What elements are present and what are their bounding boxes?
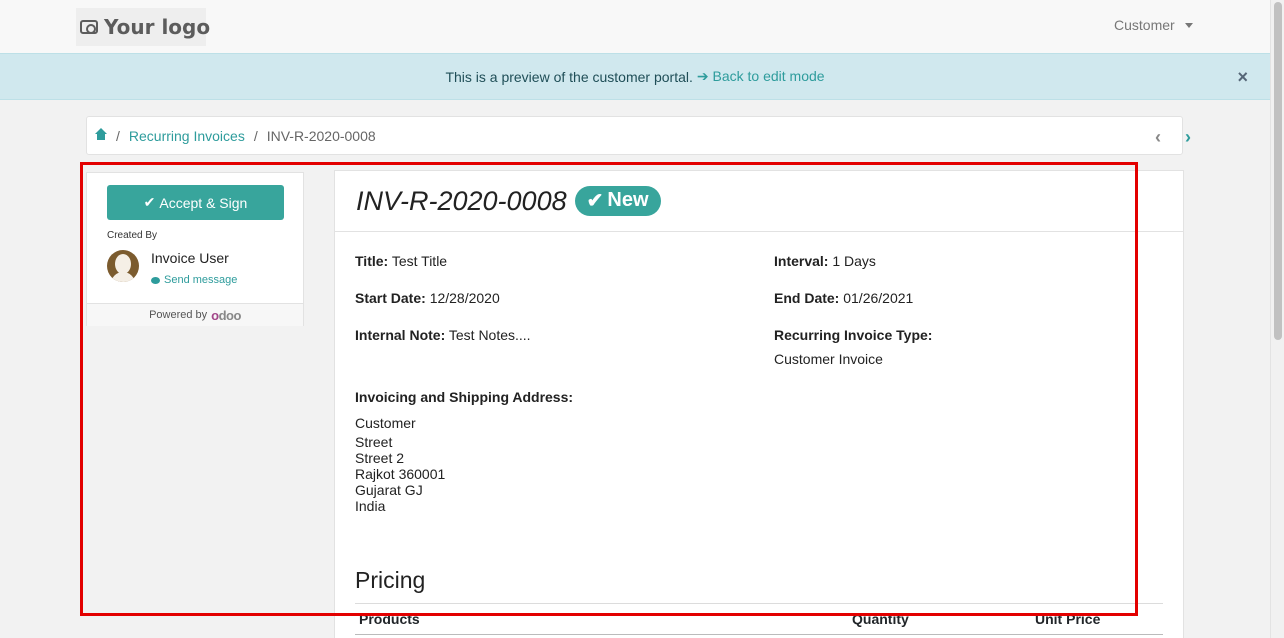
camera-icon xyxy=(80,20,98,34)
invoice-type-label: Recurring Invoice Type: xyxy=(774,327,933,343)
invoice-header: INV-R-2020-0008 ✔ New xyxy=(335,171,1183,232)
invoice-type-field: Recurring Invoice Type: Customer Invoice xyxy=(774,327,932,367)
scrollbar-thumb[interactable] xyxy=(1274,2,1282,340)
internal-note-field: Internal Note: Test Notes.... xyxy=(355,327,531,343)
breadcrumb: / Recurring Invoices / INV-R-2020-0008 ‹… xyxy=(86,116,1191,155)
breadcrumb-separator: / xyxy=(116,127,120,144)
breadcrumb-current: INV-R-2020-0008 xyxy=(266,127,376,144)
top-navbar: Your logo Customer xyxy=(0,0,1270,53)
column-quantity: Quantity xyxy=(852,611,909,627)
powered-by-label: Powered by xyxy=(149,309,208,321)
invoice-type-value: Customer Invoice xyxy=(774,351,883,367)
address-line: Gujarat GJ xyxy=(355,482,423,498)
user-menu-label: Customer xyxy=(1114,17,1175,33)
column-products: Products xyxy=(359,611,420,627)
start-date-value: 12/28/2020 xyxy=(429,290,500,306)
comment-icon xyxy=(151,276,160,284)
home-icon[interactable] xyxy=(95,127,107,141)
preview-alert: This is a preview of the customer portal… xyxy=(0,53,1270,100)
record-pager: ‹ › xyxy=(1155,127,1191,148)
invoice-panel: INV-R-2020-0008 ✔ New Title: Test Title … xyxy=(334,170,1184,638)
breadcrumb-separator: / xyxy=(253,127,258,144)
scrollbar[interactable] xyxy=(1270,0,1284,638)
chevron-left-icon[interactable]: ‹ xyxy=(1155,127,1161,148)
back-to-edit-label: Back to edit mode xyxy=(712,68,825,84)
accept-sign-button[interactable]: ✔ Accept & Sign xyxy=(107,185,284,220)
address-line: India xyxy=(355,498,386,514)
user-menu[interactable]: Customer xyxy=(1114,17,1193,33)
title-field: Title: Test Title xyxy=(355,253,447,269)
title-label: Title: xyxy=(355,253,389,269)
column-unit-price: Unit Price xyxy=(1035,611,1101,627)
sidebar-card: ✔ Accept & Sign Created By Invoice User … xyxy=(86,172,304,326)
logo[interactable]: Your logo xyxy=(80,13,210,41)
avatar xyxy=(107,250,139,282)
accept-sign-label: Accept & Sign xyxy=(159,194,248,211)
powered-by: Powered by odoo xyxy=(87,303,303,326)
address-heading: Invoicing and Shipping Address: xyxy=(355,389,573,405)
chevron-right-icon[interactable]: › xyxy=(1185,127,1191,148)
pricing-heading: Pricing xyxy=(355,567,426,593)
check-icon: ✔ xyxy=(143,194,156,210)
back-to-edit-link[interactable]: ➔ Back to edit mode xyxy=(697,68,825,85)
arrow-right-icon: ➔ xyxy=(696,68,709,84)
title-value: Test Title xyxy=(391,253,448,269)
user-name: Invoice User xyxy=(151,250,229,266)
breadcrumb-recurring-invoices[interactable]: Recurring Invoices xyxy=(129,128,245,144)
internal-note-value: Test Notes.... xyxy=(448,327,531,343)
logo-text: Your logo xyxy=(104,15,211,39)
status-badge: ✔ New xyxy=(574,186,661,216)
status-label: New xyxy=(607,189,649,211)
close-icon[interactable]: × xyxy=(1237,67,1248,88)
pricing-table-header: Products Quantity Unit Price xyxy=(355,603,1163,635)
interval-field: Interval: 1 Days xyxy=(774,253,876,269)
address-label: Invoicing and Shipping Address: xyxy=(355,389,574,405)
start-date-field: Start Date: 12/28/2020 xyxy=(355,290,500,306)
address-line: Rajkot 360001 xyxy=(355,466,446,482)
alert-text: This is a preview of the customer portal… xyxy=(445,68,693,85)
address-line: Street 2 xyxy=(355,450,405,466)
created-by-label: Created By xyxy=(107,230,158,241)
interval-value: 1 Days xyxy=(832,253,876,269)
send-message-label: Send message xyxy=(164,274,238,286)
address-block: Customer Street Street 2 Rajkot 360001 G… xyxy=(355,415,445,514)
address-line: Street xyxy=(355,434,393,450)
internal-note-label: Internal Note: xyxy=(355,327,446,343)
invoice-number: INV-R-2020-0008 xyxy=(356,185,567,216)
address-name: Customer xyxy=(355,415,416,431)
send-message-link[interactable]: Send message xyxy=(151,274,237,286)
check-icon: ✔ xyxy=(586,190,604,212)
caret-down-icon xyxy=(1184,22,1193,28)
odoo-logo[interactable]: odoo xyxy=(211,308,241,323)
end-date-value: 01/26/2021 xyxy=(843,290,914,306)
end-date-label: End Date: xyxy=(774,290,840,306)
start-date-label: Start Date: xyxy=(355,290,426,306)
interval-label: Interval: xyxy=(774,253,829,269)
end-date-field: End Date: 01/26/2021 xyxy=(774,290,913,306)
